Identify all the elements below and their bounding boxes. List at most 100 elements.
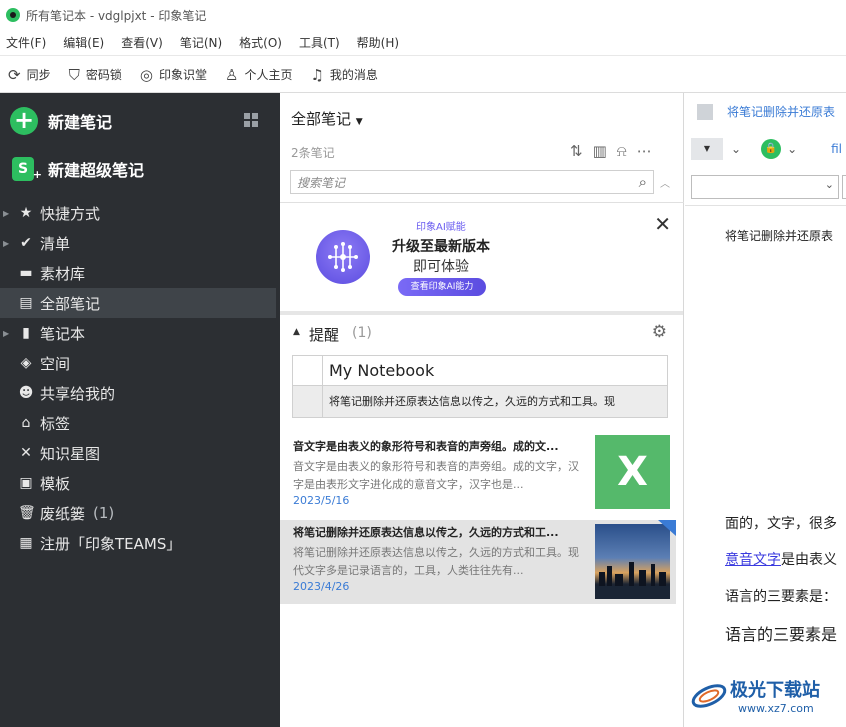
sidebar-item-templates[interactable]: ▣ 模板: [0, 468, 276, 498]
menu-file[interactable]: 文件(F): [6, 34, 46, 51]
note-list-title-label: 全部笔记: [291, 110, 352, 128]
sidebar-item-label: 清单: [40, 234, 71, 253]
sidebar-item-trash[interactable]: 🗑 废纸篓 (1): [0, 498, 276, 528]
sidebar-item-tags[interactable]: ⌂ 标签: [0, 408, 276, 438]
graph-icon: ✕: [20, 445, 32, 461]
expand-caret-icon[interactable]: ▶: [3, 239, 9, 248]
expand-chevron-icon[interactable]: ⌄: [787, 142, 797, 156]
collapse-triangle-icon[interactable]: ▲: [293, 327, 300, 337]
classroom-label: 印象识堂: [158, 68, 207, 82]
sidebar-item-shared[interactable]: ☻ 共享给我的: [0, 378, 276, 408]
sidebar-item-teams[interactable]: ▦ 注册「印象TEAMS」: [0, 528, 276, 558]
window-title: 所有笔记本 - vdglpjxt - 印象笔记: [26, 8, 207, 23]
archive-icon: ▬: [19, 265, 33, 281]
chevron-down-icon: ⌄: [824, 178, 834, 191]
sidebar-item-label: 标签: [40, 414, 71, 433]
sidebar-item-materials[interactable]: ▬ 素材库: [0, 258, 276, 288]
menu-help[interactable]: 帮助(H): [357, 34, 399, 51]
classroom-button[interactable]: ◎ 印象识堂: [140, 66, 207, 84]
note-card-selected[interactable]: 将笔记删除并还原表达信息以传之，久远的方式和工... 将笔记删除并还原表达信息以…: [280, 520, 676, 604]
notes-icon: ▤: [19, 295, 33, 311]
new-note-button[interactable]: + 新建笔记: [10, 107, 112, 135]
search-icon[interactable]: ⌕: [639, 173, 647, 191]
expand-chevron-icon[interactable]: ⌄: [731, 142, 741, 156]
file-link[interactable]: fil: [831, 142, 842, 156]
view-layout-icon[interactable]: ▥: [593, 142, 607, 160]
note-date: 2023/4/26: [293, 580, 350, 593]
note-list-title[interactable]: 全部笔记 ▼: [291, 108, 363, 129]
bell-icon: ♫: [310, 65, 324, 84]
note-body-line[interactable]: 意音文字是由表义: [725, 549, 837, 569]
note-body-line[interactable]: 语言的三要素是: [725, 621, 837, 645]
note-editor: 将笔记删除并还原表 ▼ ⌄ 🔒 ⌄ fil ⌄ 将笔记删除并还原表 面的，文字，…: [685, 93, 846, 727]
cube-icon: ◈: [20, 355, 32, 371]
sync-button[interactable]: ⟳ 同步: [8, 66, 51, 84]
font-select[interactable]: ⌄: [691, 175, 839, 199]
messages-button[interactable]: ♫ 我的消息: [310, 66, 377, 84]
chevron-down-icon: ▼: [355, 117, 363, 127]
tag-icon: ⌂: [21, 415, 31, 431]
profile-label: 个人主页: [244, 68, 293, 82]
profile-button[interactable]: ♙ 个人主页: [225, 66, 292, 84]
people-icon: ☻: [18, 385, 34, 401]
menu-bar: 文件(F) 编辑(E) 查看(V) 笔记(N) 格式(O) 工具(T) 帮助(H…: [0, 30, 846, 56]
sidebar-item-spaces[interactable]: ◈ 空间: [0, 348, 276, 378]
note-body-line[interactable]: 语言的三要素是：: [725, 586, 837, 606]
menu-edit[interactable]: 编辑(E): [63, 34, 104, 51]
trash-icon: 🗑: [18, 505, 36, 521]
reminder-note-row[interactable]: 将笔记删除并还原表达信息以传之，久远的方式和工具。现: [293, 386, 667, 417]
editor-notebook: 将笔记删除并还原表: [697, 103, 835, 120]
user-icon: ♙: [224, 65, 239, 84]
password-lock-button[interactable]: ⛉ 密码锁: [69, 66, 122, 84]
collapse-up-icon[interactable]: ︿: [660, 175, 670, 190]
sidebar-item-label: 笔记本: [40, 324, 86, 343]
excel-thumbnail: X: [595, 435, 670, 509]
sort-icon[interactable]: ⇅: [570, 142, 583, 160]
sidebar-item-label: 全部笔记: [40, 294, 101, 313]
sidebar-item-all-notes[interactable]: ▤ 全部笔记: [0, 288, 276, 318]
note-title: 音文字是由表义的象形符号和表音的声旁组。成的文...: [293, 440, 559, 453]
divider: [685, 205, 846, 206]
password-lock-label: 密码锁: [85, 68, 122, 82]
note-body-line[interactable]: 将笔记删除并还原表: [725, 227, 833, 244]
note-snippet: 音文字是由表义的象形符号和表音的声旁组。成的文字，汉字是由表形文字进化成的意音文…: [293, 460, 579, 491]
watermark-url: www.xz7.com: [738, 702, 814, 715]
insert-dropdown[interactable]: ▼: [691, 138, 723, 160]
grid-view-icon[interactable]: [244, 113, 258, 127]
template-icon: ▣: [19, 475, 33, 491]
encrypt-lock-icon[interactable]: 🔒: [761, 139, 782, 159]
note-list-panel: 全部笔记 ▼ 2条笔记 ⇅ ▥ ⍾ ⋯ 搜索笔记 ⌕ ︿ ✕ 印象AI赋能 升级…: [280, 93, 684, 727]
notebook-link[interactable]: 将笔记删除并还原表: [727, 103, 835, 120]
note-list-actions: ⇅ ▥ ⍾ ⋯: [570, 142, 652, 160]
menu-format[interactable]: 格式(O): [239, 34, 282, 51]
site-watermark: 极光下载站 www.xz7.com: [690, 672, 840, 722]
sidebar-item-knowledge-graph[interactable]: ✕ 知识星图: [0, 438, 276, 468]
expand-caret-icon[interactable]: ▶: [3, 209, 9, 218]
note-body-line[interactable]: 面的，文字，很多: [725, 513, 837, 533]
notebook-icon: [697, 103, 713, 120]
view-ai-button[interactable]: 查看印象AI能力: [398, 278, 486, 296]
reminder-note: 将笔记删除并还原表达信息以传之，久远的方式和工具。现: [329, 395, 615, 408]
ai-promo-banner[interactable]: ✕ 印象AI赋能 升级至最新版本 即可体验 查看印象AI能力: [280, 204, 683, 311]
menu-note[interactable]: 笔记(N): [180, 34, 222, 51]
note-card[interactable]: 音文字是由表义的象形符号和表音的声旁组。成的文... 音文字是由表义的象形符号和…: [280, 434, 676, 518]
search-input[interactable]: 搜索笔记 ⌕: [290, 170, 654, 194]
sidebar-item-shortcuts[interactable]: ▶ ★ 快捷方式: [0, 198, 276, 228]
reminder-bell-icon[interactable]: ⍾: [617, 142, 627, 160]
reminder-notebook-row: My Notebook: [293, 356, 667, 386]
more-options-icon[interactable]: ⋯: [637, 142, 652, 160]
gear-icon[interactable]: ⚙: [652, 322, 667, 342]
expand-caret-icon[interactable]: ▶: [3, 329, 9, 338]
plus-icon: +: [10, 107, 38, 135]
new-super-note-button[interactable]: S 新建超级笔记: [12, 157, 144, 187]
reminders-count: (1): [352, 325, 372, 341]
sidebar-item-notebooks[interactable]: ▶ ▮ 笔记本: [0, 318, 276, 348]
menu-tools[interactable]: 工具(T): [299, 34, 340, 51]
font-size-select[interactable]: [842, 175, 846, 199]
body-link[interactable]: 意音文字: [725, 552, 781, 568]
menu-view[interactable]: 查看(V): [121, 34, 163, 51]
sidebar-item-checklist[interactable]: ▶ ✔ 清单: [0, 228, 276, 258]
check-circle-icon: ✔: [20, 235, 32, 251]
close-icon[interactable]: ✕: [654, 212, 671, 236]
ad-subline: 即可体验: [413, 259, 469, 275]
